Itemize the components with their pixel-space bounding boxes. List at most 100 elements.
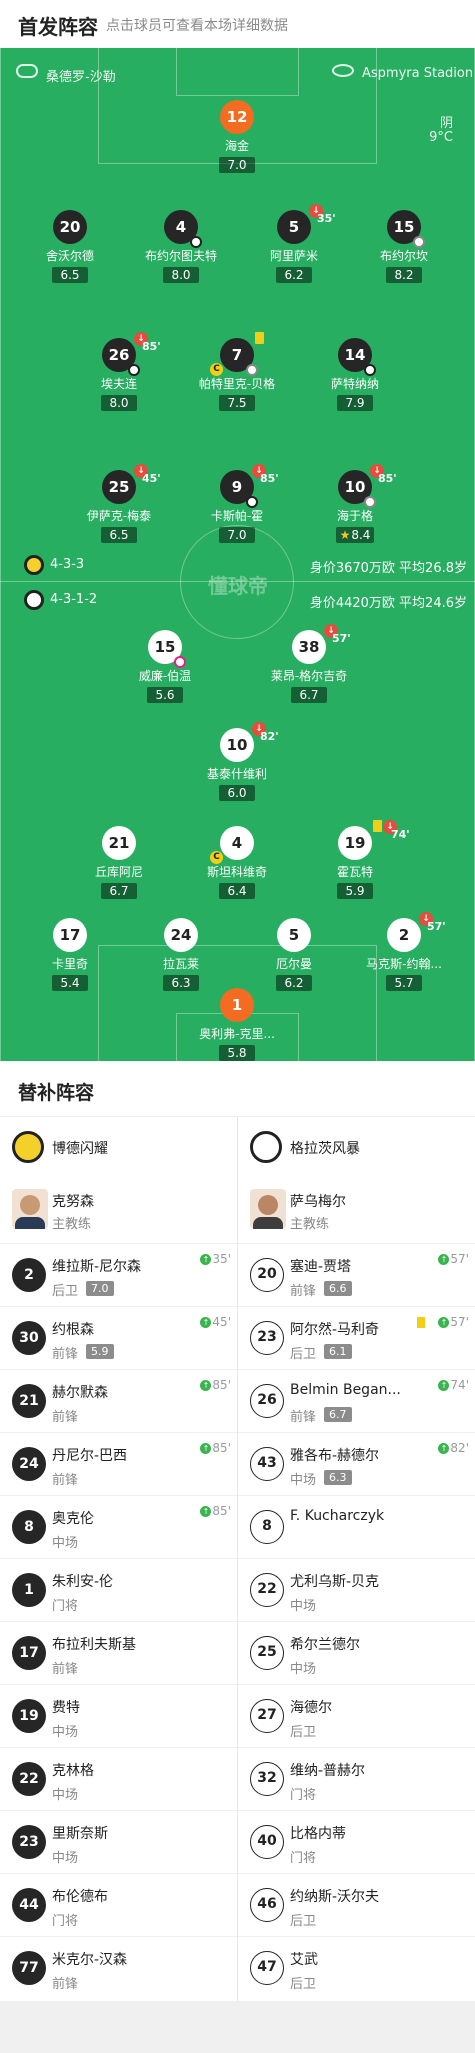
away-sub-row[interactable]: 22 尤利乌斯-贝克 中场 xyxy=(238,1558,475,1622)
away-sub-row[interactable]: 27 海德尔 后卫 xyxy=(238,1684,475,1748)
away-sub-row[interactable]: 46 约纳斯-沃尔夫 后卫 xyxy=(238,1873,475,1937)
away-player-10[interactable]: 10 ↓ 82' 基泰什维利 6.0 xyxy=(177,722,297,801)
sub-name: 尤利乌斯-贝克 xyxy=(290,1574,380,1590)
away-sub-row[interactable]: 40 比格内蒂 门将 xyxy=(238,1810,475,1874)
sub-name: 维纳-普赫尔 xyxy=(290,1763,366,1779)
player-number: 19 ↓ 74' xyxy=(338,820,410,860)
sub-name: 海德尔 xyxy=(290,1700,332,1716)
goal-ball-icon xyxy=(128,364,140,376)
away-player-24[interactable]: 24 拉瓦莱 6.3 xyxy=(121,918,241,991)
player-name: 舍沃尔德 xyxy=(45,249,94,263)
weather: 阴 xyxy=(439,116,453,131)
home-player-4[interactable]: 4 布约尔图夫特 8.0 xyxy=(121,210,241,283)
sub-in-icon: ↑ xyxy=(200,1380,212,1391)
home-sub-row[interactable]: 2 维拉斯-尼尔森 后卫 7.0 ↑ 35' xyxy=(0,1243,237,1307)
sub-minute: 85' xyxy=(260,472,279,485)
sub-number: 23 xyxy=(12,1825,46,1859)
away-player-19[interactable]: 19 ↓ 74' 霍瓦特 5.9 xyxy=(295,820,415,899)
sub-number: 2 xyxy=(12,1258,46,1292)
sub-number: 21 xyxy=(12,1384,46,1418)
home-team-info: 4-3-3 身价3670万欧 平均26.8岁 xyxy=(0,555,475,576)
home-player-25[interactable]: 25 ↓ 45' 伊萨克-梅泰 6.5 xyxy=(59,464,179,543)
home-sub-row[interactable]: 77 米克尔-汉森 前锋 xyxy=(0,1936,237,2000)
away-sub-row[interactable]: 23 阿尔然-马利奇 后卫 6.1 ↑ 57' xyxy=(238,1306,475,1370)
away-sub-row[interactable]: 26 Belmin Began... 前锋 6.7 ↑ 74' xyxy=(238,1369,475,1433)
captain-icon: C xyxy=(210,363,223,376)
sub-name: 比格内蒂 xyxy=(290,1826,346,1842)
sub-name: 费特 xyxy=(52,1700,80,1716)
home-coach[interactable]: 克努森 主教练 xyxy=(0,1177,237,1243)
sub-name: 奥克伦 xyxy=(52,1511,94,1527)
sub-name: 米克尔-汉森 xyxy=(52,1952,128,1968)
away-sub-row[interactable]: 43 雅各布-赫德尔 中场 6.3 ↑ 82' xyxy=(238,1432,475,1496)
away-player-17[interactable]: 17 卡里奇 5.4 xyxy=(10,918,130,991)
away-sub-row[interactable]: 32 维纳-普赫尔 门将 xyxy=(238,1747,475,1811)
home-sub-row[interactable]: 8 奥克伦 中场 ↑ 85' xyxy=(0,1495,237,1559)
home-player-7[interactable]: 7C 帕特里克-贝格 7.5 xyxy=(177,332,297,411)
home-player-15[interactable]: 15 布约尔坎 8.2 xyxy=(344,210,464,283)
away-player-1[interactable]: 1 奥利弗-克里... 5.8 xyxy=(177,988,297,1061)
away-player-2[interactable]: 2 ↓ 57' 马克斯-约翰... 5.7 xyxy=(344,912,464,991)
sub-number: 46 xyxy=(250,1888,284,1922)
away-player-38[interactable]: 38 ↓ 57' 莱昂-格尔吉奇 6.7 xyxy=(249,624,369,703)
sub-number: 22 xyxy=(250,1573,284,1607)
home-sub-row[interactable]: 17 布拉利夫斯基 前锋 xyxy=(0,1621,237,1685)
home-player-9[interactable]: 9 ↓ 85' 卡斯帕-霍 7.0 xyxy=(177,464,297,543)
home-sub-row[interactable]: 22 克林格 中场 xyxy=(0,1747,237,1811)
home-sub-row[interactable]: 30 约根森 前锋 5.9 ↑ 45' xyxy=(0,1306,237,1370)
sub-minute: 35' xyxy=(317,212,336,225)
sub-in-minute-text: 45' xyxy=(212,1315,231,1329)
sub-number: 26 xyxy=(250,1384,284,1418)
home-sub-row[interactable]: 19 费特 中场 xyxy=(0,1684,237,1748)
player-number: 4 xyxy=(164,210,202,248)
home-player-10[interactable]: 10 ↓ 85' 海于格 ★8.4 xyxy=(295,464,415,543)
sub-in-minute-text: 85' xyxy=(212,1378,231,1392)
away-sub-row[interactable]: 47 艾武 后卫 xyxy=(238,1936,475,2000)
goal-ball-icon xyxy=(174,656,186,668)
home-player-26[interactable]: 26 ↓ 85' 埃夫连 8.0 xyxy=(59,332,179,411)
sub-name: 约根森 xyxy=(52,1322,94,1338)
home-player-20[interactable]: 20 舍沃尔德 6.5 xyxy=(10,210,130,283)
home-sub-row[interactable]: 44 布伦德布 门将 xyxy=(0,1873,237,1937)
stadium-name: Aspmyra Stadion xyxy=(362,66,474,81)
player-number: 4C xyxy=(210,826,254,864)
sub-name: 里斯奈斯 xyxy=(52,1826,108,1842)
home-sub-row[interactable]: 21 赫尔默森 前锋 ↑ 85' xyxy=(0,1369,237,1433)
player-number: 12 xyxy=(220,100,254,134)
home-player-5[interactable]: 5 ↓ 35' 阿里萨米 6.2 xyxy=(234,204,354,283)
subs-header: 替补阵容 xyxy=(0,1061,475,1117)
assist-boot-icon xyxy=(246,364,258,376)
sub-number: 23 xyxy=(250,1321,284,1355)
sub-name: 布伦德布 xyxy=(52,1889,108,1905)
sub-minute: 85' xyxy=(142,340,161,353)
home-sub-row[interactable]: 1 朱利安-伦 门将 xyxy=(0,1558,237,1622)
away-player-5[interactable]: 5 厄尔曼 6.2 xyxy=(234,918,354,991)
home-player-14[interactable]: 14 萨特纳纳 7.9 xyxy=(295,338,415,411)
sub-name: 布拉利夫斯基 xyxy=(52,1637,136,1653)
player-number: 2 ↓ 57' xyxy=(387,912,446,952)
player-number-text: 15 xyxy=(393,218,415,236)
sub-in-minute-text: 74' xyxy=(450,1378,469,1392)
sub-position: 后卫 xyxy=(290,1977,317,1992)
away-player-21[interactable]: 21 丘库阿尼 6.7 xyxy=(59,826,179,899)
player-name: 马克斯-约翰... xyxy=(366,957,442,971)
player-number: 15 xyxy=(148,630,186,668)
away-sub-row[interactable]: 25 希尔兰德尔 中场 xyxy=(238,1621,475,1685)
player-name: 拉瓦莱 xyxy=(162,957,199,971)
home-subs-column: 博德闪耀 克努森 主教练 2 维拉斯-尼尔森 后卫 7.0 ↑ 35' 30 约根森 前锋 5.9… xyxy=(0,1117,237,2001)
away-player-4[interactable]: 4C 斯坦科维奇 6.4 xyxy=(177,826,297,899)
away-sub-row[interactable]: 8 F. Kucharczyk xyxy=(238,1495,475,1559)
home-sub-row[interactable]: 23 里斯奈斯 中场 xyxy=(0,1810,237,1874)
home-sub-row[interactable]: 24 丹尼尔-巴西 前锋 ↑ 85' xyxy=(0,1432,237,1496)
sub-number: 27 xyxy=(250,1699,284,1733)
away-sub-row[interactable]: 20 塞迪-贾塔 前锋 6.6 ↑ 57' xyxy=(238,1243,475,1307)
player-rating: 7.9 xyxy=(337,395,373,411)
player-number: 10 ↓ 85' xyxy=(338,464,397,508)
away-coach[interactable]: 萨乌梅尔 主教练 xyxy=(238,1177,475,1243)
sub-position: 中场 xyxy=(290,1473,317,1488)
home-team-badge-icon xyxy=(24,555,44,575)
home-player-12[interactable]: 12 海金 7.0 xyxy=(177,100,297,173)
home-value-age: 身价3670万欧 平均26.8岁 xyxy=(309,561,467,576)
sub-in-icon: ↑ xyxy=(438,1254,450,1265)
away-player-15[interactable]: 15 威廉-伯温 5.6 xyxy=(105,630,225,703)
